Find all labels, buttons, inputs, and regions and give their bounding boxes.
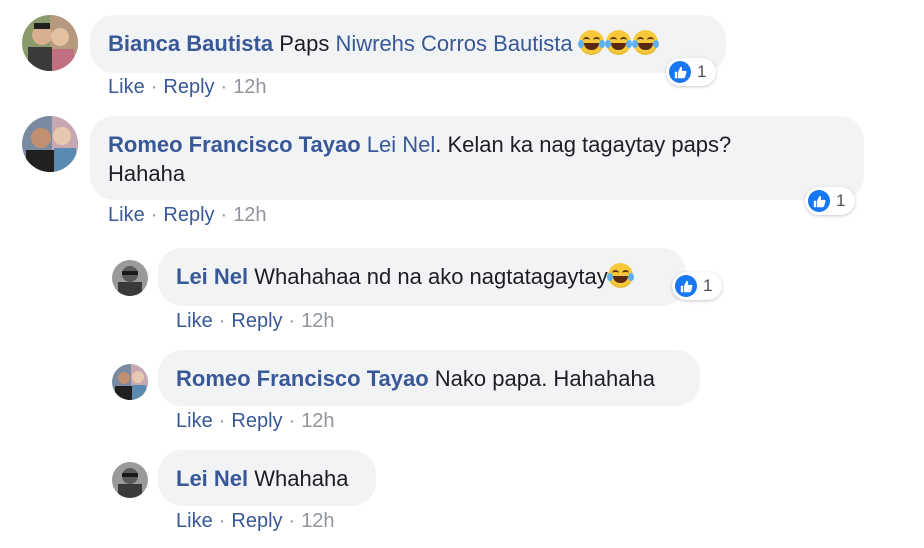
reply-link[interactable]: Reply	[163, 76, 214, 98]
comment-author[interactable]: Bianca Bautista	[108, 31, 273, 56]
like-link[interactable]: Like	[176, 410, 213, 432]
avatar[interactable]	[112, 462, 148, 498]
comment-text: Hahaha	[108, 161, 186, 186]
mention-link[interactable]: Lei Nel	[367, 132, 435, 157]
laughing-tears-emoji-icon	[631, 30, 659, 55]
timestamp[interactable]: 12h	[233, 76, 266, 98]
like-link[interactable]: Like	[108, 204, 145, 226]
timestamp[interactable]: 12h	[301, 410, 334, 432]
reply-link[interactable]: Reply	[231, 410, 282, 432]
avatar[interactable]	[22, 15, 78, 71]
comment-text: . Kelan ka nag tagaytay paps?	[435, 132, 732, 157]
laughing-tears-emoji-icon	[606, 263, 634, 288]
reaction-count[interactable]: 1	[805, 187, 856, 215]
like-link[interactable]: Like	[176, 510, 213, 532]
comment-author[interactable]: Lei Nel	[176, 466, 248, 491]
comment-text: Whahaha	[254, 466, 349, 491]
avatar[interactable]	[112, 260, 148, 296]
comment-bubble: Bianca Bautista Paps Niwrehs Corros Baut…	[90, 15, 726, 73]
timestamp[interactable]: 12h	[301, 510, 334, 532]
reaction-count-value: 1	[697, 62, 707, 81]
reply-bubble: Romeo Francisco Tayao Nako papa. Hahahah…	[158, 350, 700, 406]
comment-bubble: Romeo Francisco Tayao Lei Nel. Kelan ka …	[90, 116, 864, 200]
comment-text: Whahahaa nd na ako nagtatagaytay	[254, 264, 608, 289]
reply-bubble: Lei Nel Whahaha	[158, 450, 376, 506]
laughing-tears-emoji-icon	[604, 30, 632, 55]
thumbs-up-icon	[675, 275, 697, 297]
comment-actions: Like · Reply · 12h	[176, 410, 335, 432]
reply-link[interactable]: Reply	[231, 510, 282, 532]
reply-link[interactable]: Reply	[163, 204, 214, 226]
avatar[interactable]	[112, 364, 148, 400]
reaction-count-value: 1	[836, 191, 846, 210]
comment-author[interactable]: Romeo Francisco Tayao	[176, 366, 429, 391]
timestamp[interactable]: 12h	[233, 204, 266, 226]
like-link[interactable]: Like	[176, 310, 213, 332]
mention-link[interactable]: Niwrehs Corros Bautista	[335, 31, 572, 56]
laughing-tears-emoji-icon	[577, 30, 605, 55]
comment-author[interactable]: Romeo Francisco Tayao	[108, 132, 361, 157]
reply-link[interactable]: Reply	[231, 310, 282, 332]
comment-actions: Like · Reply · 12h	[108, 204, 267, 226]
reply-bubble: Lei Nel Whahahaa nd na ako nagtatagaytay	[158, 248, 686, 306]
timestamp[interactable]: 12h	[301, 310, 334, 332]
reaction-count[interactable]: 1	[666, 58, 717, 86]
comment-actions: Like · Reply · 12h	[176, 310, 335, 332]
comment-text: Nako papa. Hahahaha	[434, 366, 655, 391]
thumbs-up-icon	[808, 190, 830, 212]
comment-actions: Like · Reply · 12h	[176, 510, 335, 532]
comment-author[interactable]: Lei Nel	[176, 264, 248, 289]
comment-text: Paps	[279, 31, 336, 56]
thumbs-up-icon	[669, 61, 691, 83]
avatar[interactable]	[22, 116, 78, 172]
comment-actions: Like · Reply · 12h	[108, 76, 267, 98]
reaction-count-value: 1	[703, 276, 713, 295]
reaction-count[interactable]: 1	[672, 272, 723, 300]
like-link[interactable]: Like	[108, 76, 145, 98]
